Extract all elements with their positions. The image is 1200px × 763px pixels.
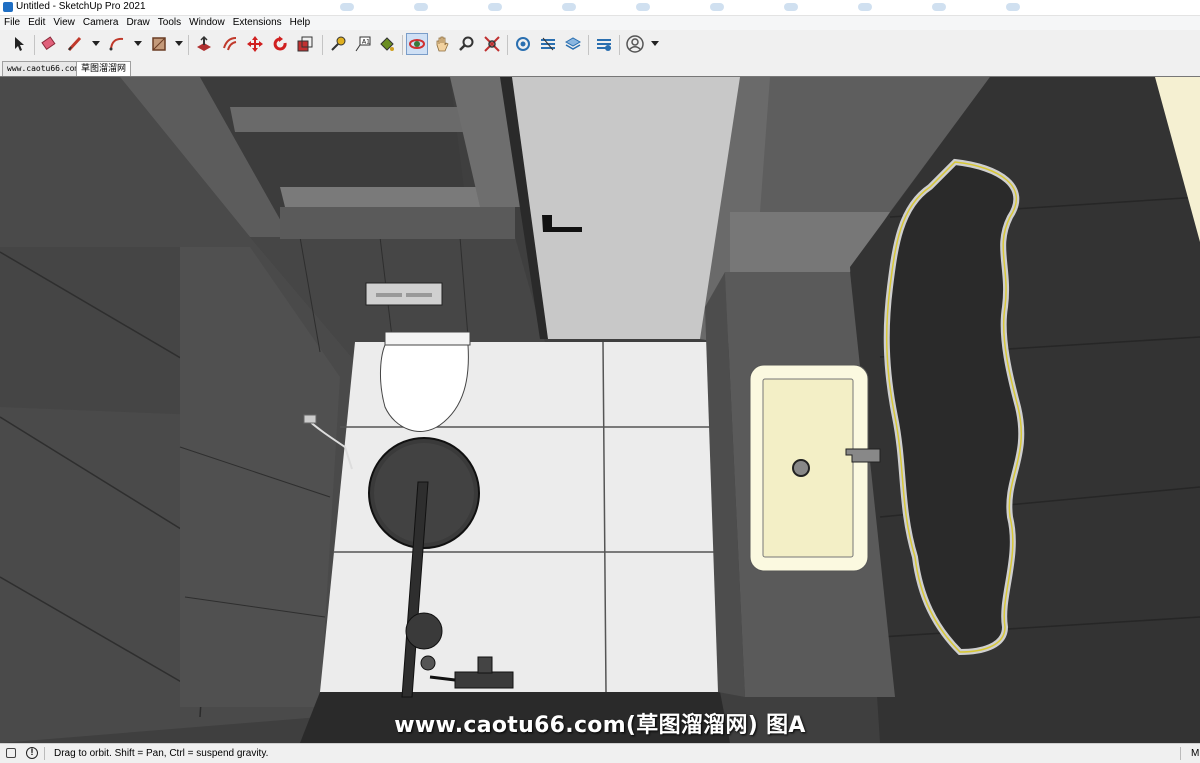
push-pull-tool-icon[interactable]	[193, 33, 215, 55]
menu-tools[interactable]: Tools	[154, 16, 185, 30]
zoom-extents-tool-icon[interactable]	[481, 33, 503, 55]
menu-camera[interactable]: Camera	[79, 16, 123, 30]
move-tool-icon[interactable]	[244, 33, 266, 55]
background-taskbar-ghost	[340, 0, 1200, 15]
tape-measure-tool-icon[interactable]	[327, 33, 349, 55]
eraser-tool-icon[interactable]	[38, 33, 60, 55]
layout-icon[interactable]	[562, 33, 584, 55]
menu-bar: File Edit View Camera Draw Tools Window Extensi…	[0, 16, 1200, 30]
info-icon[interactable]: !	[26, 747, 38, 759]
rotate-tool-icon[interactable]	[269, 33, 291, 55]
menu-window[interactable]: Window	[185, 16, 229, 30]
svg-text:A1: A1	[362, 39, 370, 46]
tab-website[interactable]: www.caotu66.com	[2, 61, 85, 76]
geo-location-icon[interactable]	[6, 748, 16, 758]
bathroom-model	[0, 77, 1200, 743]
rectangle-tool-icon[interactable]	[148, 33, 170, 55]
account-dropdown-chevron-down-icon[interactable]	[651, 41, 659, 46]
shape-dropdown-chevron-down-icon[interactable]	[175, 41, 183, 46]
toolbar: A1	[0, 30, 1200, 61]
paint-bucket-tool-icon[interactable]	[376, 33, 398, 55]
status-bar: ! Drag to orbit. Shift = Pan, Ctrl = sus…	[0, 743, 1200, 763]
select-tool-icon[interactable]	[8, 33, 30, 55]
menu-help[interactable]: Help	[286, 16, 315, 30]
sketchup-logo-icon	[3, 2, 13, 12]
offset-tool-icon[interactable]	[219, 33, 241, 55]
pan-tool-icon[interactable]	[431, 33, 453, 55]
zoom-tool-icon[interactable]	[456, 33, 478, 55]
tab-scene[interactable]: 草图溜溜网	[76, 61, 132, 76]
menu-edit[interactable]: Edit	[24, 16, 49, 30]
extension-manager-icon[interactable]	[593, 33, 615, 55]
scale-tool-icon[interactable]	[294, 33, 316, 55]
scene-tabs: www.caotu66.com 草图溜溜网	[0, 60, 1200, 76]
menu-view[interactable]: View	[49, 16, 79, 30]
shower-mixer	[454, 671, 514, 689]
orbit-tool-icon[interactable]	[406, 33, 428, 55]
warehouse-icon[interactable]	[512, 33, 534, 55]
status-message: Drag to orbit. Shift = Pan, Ctrl = suspe…	[54, 748, 269, 759]
line-dropdown-chevron-down-icon[interactable]	[92, 41, 100, 46]
extension-warehouse-icon[interactable]	[537, 33, 559, 55]
menu-draw[interactable]: Draw	[122, 16, 153, 30]
measurements-label: M	[1191, 748, 1200, 759]
window-title: Untitled - SketchUp Pro 2021	[16, 1, 146, 12]
text-tool-icon[interactable]: A1	[352, 33, 374, 55]
arc-tool-icon[interactable]	[106, 33, 128, 55]
line-tool-icon[interactable]	[64, 33, 86, 55]
watermark-text: www.caotu66.com(草图溜溜网) 图A	[394, 713, 806, 738]
sink-drain	[792, 459, 810, 477]
menu-file[interactable]: File	[0, 16, 24, 30]
model-viewport[interactable]: www.caotu66.com(草图溜溜网) 图A	[0, 76, 1200, 743]
account-icon[interactable]	[624, 33, 646, 55]
title-bar: Untitled - SketchUp Pro 2021	[0, 0, 1200, 16]
arc-dropdown-chevron-down-icon[interactable]	[134, 41, 142, 46]
menu-extensions[interactable]: Extensions	[229, 16, 286, 30]
